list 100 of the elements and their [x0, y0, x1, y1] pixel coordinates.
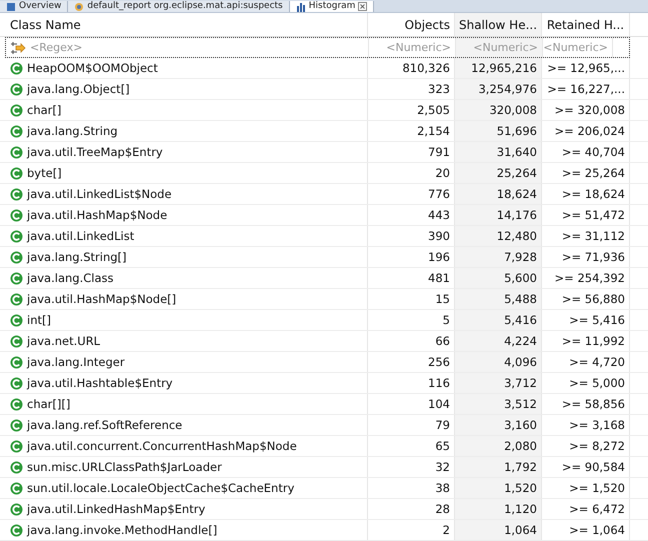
table-cell: 1,792 — [504, 460, 537, 474]
table-cell: 3,160 — [504, 418, 537, 432]
table-cell: 776 — [428, 187, 450, 201]
class-icon — [10, 440, 23, 452]
class-icon — [10, 188, 23, 200]
table-cell: 1,520 — [504, 481, 537, 495]
table-cell: 15 — [435, 292, 450, 306]
table-cell: java.lang.String — [27, 124, 118, 138]
column-header[interactable]: Class Name — [0, 13, 368, 36]
table-cell: java.util.LinkedHashMap$Entry — [27, 502, 206, 516]
table-cell: 3,254,976 — [478, 82, 537, 96]
class-icon — [10, 398, 23, 410]
table-cell: 196 — [428, 250, 450, 264]
table-cell: 481 — [428, 271, 450, 285]
table-cell: 25,264 — [496, 166, 537, 180]
table-cell: >= 5,416 — [569, 313, 625, 327]
table-cell: >= 8,272 — [569, 439, 625, 453]
column-header[interactable]: Retained H... — [542, 13, 630, 36]
table-cell: >= 90,584 — [562, 460, 625, 474]
table-cell: java.util.TreeMap$Entry — [27, 145, 163, 159]
table-cell: 4,096 — [504, 355, 537, 369]
table-cell: >= 25,264 — [562, 166, 625, 180]
class-icon — [10, 230, 23, 242]
class-icon — [10, 376, 23, 390]
table-cell: 14,176 — [496, 208, 537, 222]
table-cell: 791 — [428, 145, 450, 159]
table-cell: 443 — [428, 208, 450, 222]
filter-icon — [10, 40, 26, 54]
tab[interactable]: Overview — [0, 1, 68, 12]
table-cell: 18,624 — [496, 187, 537, 201]
table-cell: >= 58,856 — [562, 397, 625, 411]
table-cell: 1,064 — [504, 523, 537, 537]
table-cell: 3,712 — [504, 376, 537, 390]
table-cell: 3,512 — [504, 397, 537, 411]
class-icon — [10, 82, 23, 96]
table-cell: java.util.concurrent.ConcurrentHashMap$Node — [27, 439, 297, 453]
table-cell: 2,154 — [417, 124, 450, 138]
table-cell: 2,505 — [417, 103, 450, 117]
table-cell: java.util.LinkedList — [27, 229, 134, 243]
table-cell: 28 — [435, 502, 450, 516]
table-cell: >= 1,520 — [569, 481, 625, 495]
table-cell: 256 — [428, 355, 450, 369]
table-cell: >= 5,000 — [569, 376, 625, 390]
table-cell: 66 — [435, 334, 450, 348]
class-icon — [10, 208, 23, 222]
table-cell: >= 11,992 — [562, 334, 625, 348]
table-cell: 7,928 — [504, 250, 537, 264]
class-icon — [10, 314, 23, 326]
table-cell: 2,080 — [504, 439, 537, 453]
table-cell: >= 206,024 — [554, 124, 625, 138]
table-cell: 31,640 — [496, 145, 537, 159]
table-cell: 104 — [428, 397, 450, 411]
table-cell: java.lang.Class — [27, 271, 114, 285]
table-cell: byte[] — [27, 166, 62, 180]
table-cell: char[][] — [27, 397, 70, 411]
table-cell: >= 320,008 — [554, 103, 625, 117]
table-cell: 320,008 — [489, 103, 537, 117]
table-cell: java.lang.Object[] — [27, 82, 130, 96]
table-cell: java.util.HashMap$Node — [27, 208, 168, 222]
table-cell: sun.misc.URLClassPath$JarLoader — [27, 460, 222, 474]
tab[interactable]: Histogram — [290, 1, 374, 12]
table-cell: sun.util.locale.LocaleObjectCache$CacheEntry — [27, 481, 294, 495]
table-cell: 12,480 — [496, 229, 537, 243]
bar-chart-icon — [296, 2, 306, 12]
table-cell: >= 3,168 — [569, 418, 625, 432]
table-cell: java.util.Hashtable$Entry — [27, 376, 173, 390]
class-icon — [10, 418, 23, 432]
table-cell: 32 — [435, 460, 450, 474]
table-cell: java.net.URL — [27, 334, 100, 348]
table-cell: 51,696 — [496, 124, 537, 138]
table-cell: HeapOOM$OOMObject — [27, 61, 158, 75]
tab[interactable]: default_report org.eclipse.mat.api:suspects — [68, 1, 290, 12]
table-cell: >= 71,936 — [562, 250, 625, 264]
table-cell: >= 12,965,... — [547, 61, 625, 75]
table-cell: 2 — [442, 523, 450, 537]
table-cell: 1,120 — [504, 502, 537, 516]
table-cell: java.lang.Integer — [27, 355, 125, 369]
table-cell: >= 4,720 — [569, 355, 625, 369]
class-icon — [10, 250, 23, 264]
table-cell: >= 1,064 — [569, 523, 625, 537]
class-icon — [10, 482, 23, 494]
table-cell: int[] — [27, 313, 51, 327]
table-cell: >= 254,392 — [554, 271, 625, 285]
table-cell: java.util.LinkedList$Node — [27, 187, 172, 201]
table-cell: >= 31,112 — [562, 229, 625, 243]
class-icon — [10, 146, 23, 158]
class-icon — [10, 292, 23, 306]
table-cell: 5,488 — [504, 292, 537, 306]
table-cell: 79 — [435, 418, 450, 432]
table-cell: char[] — [27, 103, 62, 117]
table-cell: 38 — [435, 481, 450, 495]
table-cell: 12,965,216 — [471, 61, 537, 75]
info-icon — [6, 2, 16, 12]
class-icon — [10, 524, 23, 536]
table-cell: java.util.HashMap$Node[] — [27, 292, 176, 306]
table-cell: 5 — [442, 313, 450, 327]
table-cell: >= 56,880 — [562, 292, 625, 306]
column-header[interactable]: Shallow He... — [455, 13, 542, 36]
class-icon — [10, 272, 23, 284]
class-icon — [10, 124, 23, 138]
